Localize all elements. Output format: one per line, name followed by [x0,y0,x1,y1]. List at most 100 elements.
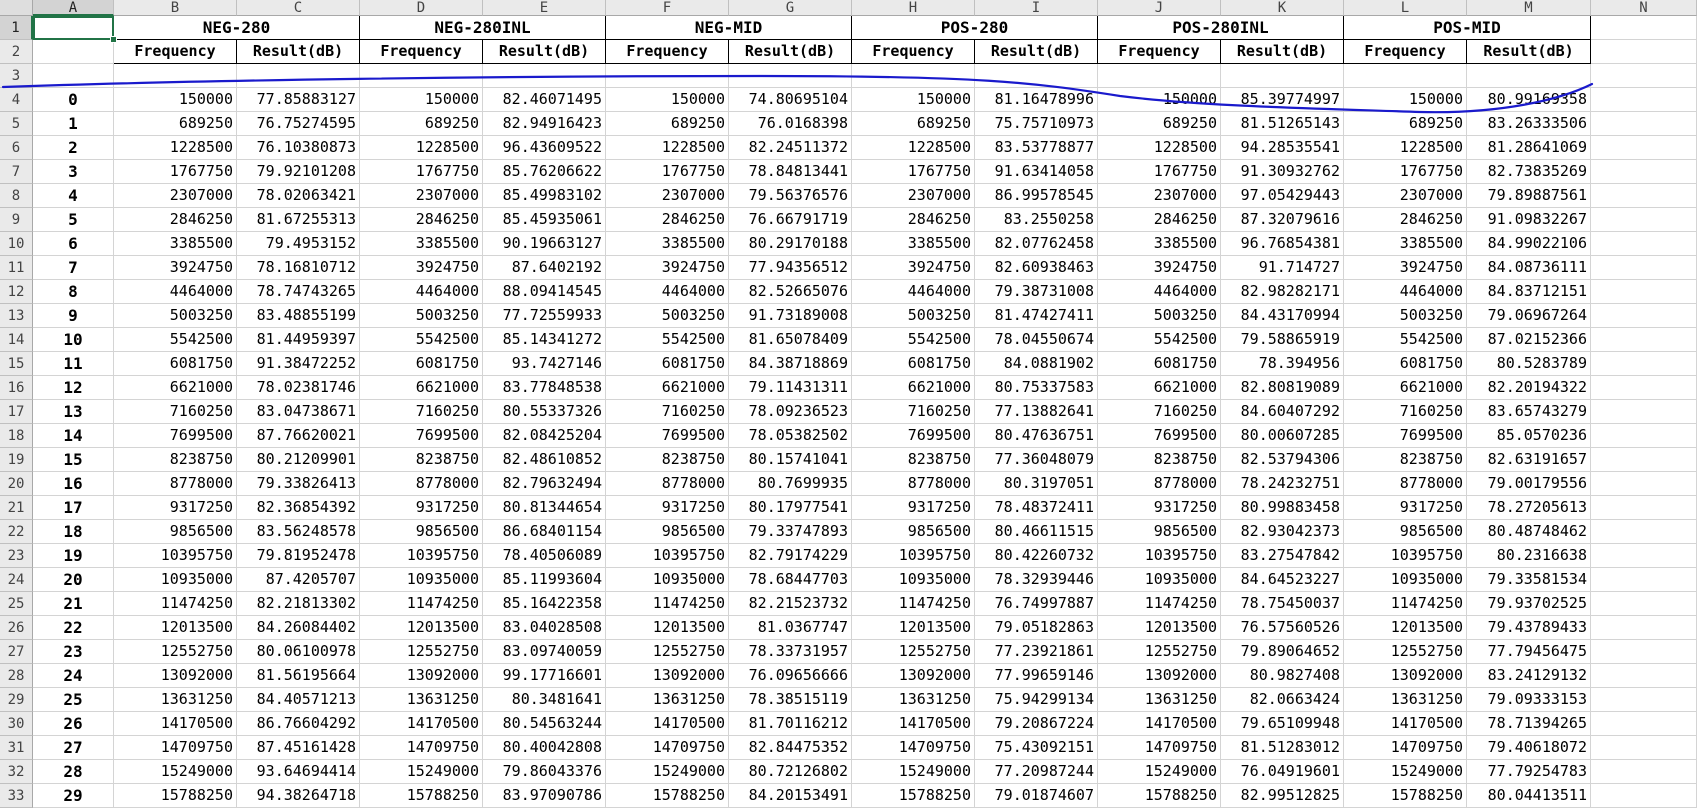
result-db-cell[interactable]: 99.17716601 [483,664,606,688]
frequency-cell[interactable]: 3924750 [1098,256,1221,280]
frequency-cell[interactable]: 13092000 [114,664,237,688]
frequency-cell[interactable]: 4464000 [1098,280,1221,304]
frequency-cell[interactable]: 4464000 [360,280,483,304]
index-cell[interactable]: 11 [33,352,114,376]
frequency-cell[interactable]: 150000 [360,88,483,112]
result-db-cell[interactable]: 82.20194322 [1467,376,1591,400]
active-cell-a1[interactable] [33,16,114,40]
frequency-cell[interactable]: 7699500 [1344,424,1467,448]
result-db-cell[interactable]: 87.6402192 [483,256,606,280]
index-cell[interactable]: 24 [33,664,114,688]
result-db-cell[interactable]: 76.74997887 [975,592,1098,616]
result-db-cell[interactable]: 82.93042373 [1221,520,1344,544]
column-header-g[interactable]: G [729,0,852,16]
result-db-cell[interactable]: 82.73835269 [1467,160,1591,184]
frequency-cell[interactable]: 5003250 [606,304,729,328]
frequency-cell[interactable]: 14170500 [606,712,729,736]
result-db-cell[interactable]: 78.02381746 [237,376,360,400]
index-cell[interactable]: 13 [33,400,114,424]
index-cell[interactable]: 8 [33,280,114,304]
result-db-cell[interactable]: 84.60407292 [1221,400,1344,424]
result-db-cell[interactable]: 79.01874607 [975,784,1098,808]
column-header-a[interactable]: A [33,0,114,16]
frequency-cell[interactable]: 6081750 [114,352,237,376]
frequency-cell[interactable]: 12552750 [1344,640,1467,664]
frequency-cell[interactable]: 12552750 [114,640,237,664]
result-db-cell[interactable]: 82.63191657 [1467,448,1591,472]
frequency-cell[interactable]: 9317250 [606,496,729,520]
frequency-cell[interactable]: 8778000 [852,472,975,496]
result-db-cell[interactable]: 80.17977541 [729,496,852,520]
row-header-21[interactable]: 21 [0,496,33,520]
index-cell[interactable]: 19 [33,544,114,568]
result-db-cell[interactable]: 79.40618072 [1467,736,1591,760]
index-cell[interactable]: 20 [33,568,114,592]
result-db-cell[interactable]: 83.04738671 [237,400,360,424]
row-header-29[interactable]: 29 [0,688,33,712]
result-db-cell[interactable]: 75.94299134 [975,688,1098,712]
frequency-cell[interactable]: 8238750 [1344,448,1467,472]
select-all-corner[interactable] [0,0,33,16]
frequency-cell[interactable]: 13092000 [1344,664,1467,688]
frequency-cell[interactable]: 10395750 [606,544,729,568]
frequency-cell[interactable]: 12552750 [852,640,975,664]
row-header-12[interactable]: 12 [0,280,33,304]
group-header-cell[interactable]: POS-280 [852,16,1098,40]
result-db-cell[interactable]: 80.9827408 [1221,664,1344,688]
group-header-cell[interactable]: NEG-280INL [360,16,606,40]
empty-cell[interactable] [1591,544,1697,568]
result-db-cell[interactable]: 79.4953152 [237,232,360,256]
result-db-cell[interactable]: 82.07762458 [975,232,1098,256]
frequency-cell[interactable]: 3385500 [852,232,975,256]
result-db-cell[interactable]: 83.77848538 [483,376,606,400]
column-header-j[interactable]: J [1098,0,1221,16]
result-db-cell[interactable]: 91.30932762 [1221,160,1344,184]
result-db-cell[interactable]: 83.27547842 [1221,544,1344,568]
index-cell[interactable]: 6 [33,232,114,256]
result-db-cell[interactable]: 80.06100978 [237,640,360,664]
result-db-cell[interactable]: 84.26084402 [237,616,360,640]
frequency-cell[interactable]: 689250 [1098,112,1221,136]
frequency-header-cell[interactable]: Frequency [1344,40,1467,64]
row-header-6[interactable]: 6 [0,136,33,160]
frequency-cell[interactable]: 14709750 [606,736,729,760]
frequency-cell[interactable]: 9317250 [1098,496,1221,520]
empty-cell[interactable] [729,64,852,88]
frequency-cell[interactable]: 3924750 [606,256,729,280]
empty-cell[interactable] [1591,184,1697,208]
empty-cell[interactable] [114,64,237,88]
frequency-header-cell[interactable]: Frequency [1098,40,1221,64]
result-db-cell[interactable]: 79.05182863 [975,616,1098,640]
group-header-cell[interactable]: POS-280INL [1098,16,1344,40]
result-db-cell[interactable]: 79.89887561 [1467,184,1591,208]
frequency-cell[interactable]: 2307000 [1098,184,1221,208]
column-header-k[interactable]: K [1221,0,1344,16]
frequency-cell[interactable]: 13631250 [114,688,237,712]
index-cell[interactable]: 17 [33,496,114,520]
frequency-cell[interactable]: 14170500 [1098,712,1221,736]
empty-cell[interactable] [1591,88,1697,112]
column-header-h[interactable]: H [852,0,975,16]
result-db-cell[interactable]: 77.79254783 [1467,760,1591,784]
result-db-cell[interactable]: 84.40571213 [237,688,360,712]
frequency-cell[interactable]: 11474250 [1098,592,1221,616]
result-db-cell[interactable]: 84.64523227 [1221,568,1344,592]
index-cell[interactable]: 18 [33,520,114,544]
result-db-cell[interactable]: 91.38472252 [237,352,360,376]
frequency-cell[interactable]: 5003250 [852,304,975,328]
frequency-cell[interactable]: 3385500 [360,232,483,256]
result-db-cell[interactable]: 80.15741041 [729,448,852,472]
index-cell[interactable]: 27 [33,736,114,760]
result-db-cell[interactable]: 83.04028508 [483,616,606,640]
frequency-cell[interactable]: 2846250 [1098,208,1221,232]
frequency-cell[interactable]: 1767750 [114,160,237,184]
frequency-cell[interactable]: 5003250 [114,304,237,328]
frequency-cell[interactable]: 11474250 [606,592,729,616]
result-db-cell[interactable]: 80.48748462 [1467,520,1591,544]
result-db-cell[interactable]: 79.09333153 [1467,688,1591,712]
frequency-cell[interactable]: 2846250 [606,208,729,232]
result-db-cell[interactable]: 80.29170188 [729,232,852,256]
result-db-cell[interactable]: 84.0881902 [975,352,1098,376]
result-db-cell[interactable]: 79.92101208 [237,160,360,184]
empty-cell[interactable] [1591,688,1697,712]
